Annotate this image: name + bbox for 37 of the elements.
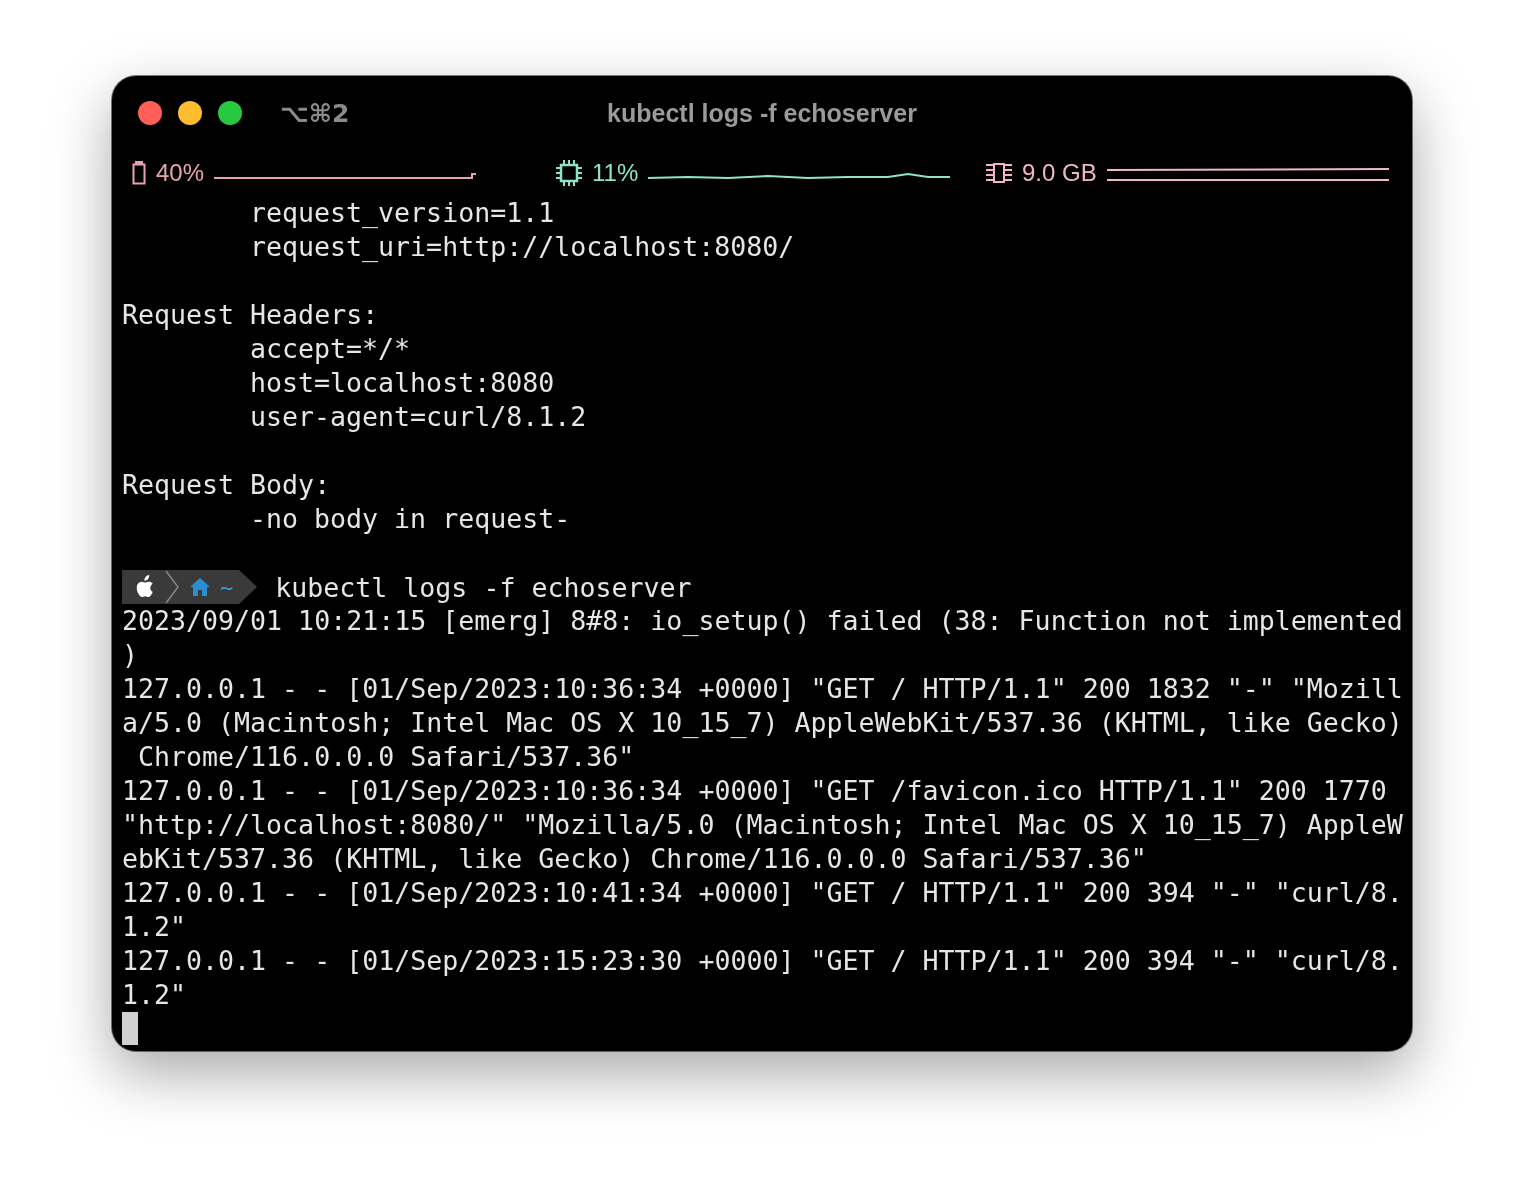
output-line: 127.0.0.1 - - [01/Sep/2023:10:36:34 +0000] "GET /favicon.ico HTTP/1.1" 200 1770 (122, 775, 1387, 806)
output-line: 127.0.0.1 - - [01/Sep/2023:10:36:34 +0000] "GET / HTTP/1.1" 200 1832 "-" "Mozill (122, 673, 1403, 704)
minimize-button[interactable] (178, 101, 202, 125)
zoom-button[interactable] (218, 101, 242, 125)
output-line: 1.2" (122, 979, 187, 1010)
output-line: 127.0.0.1 - - [01/Sep/2023:10:41:34 +0000] "GET / HTTP/1.1" 200 394 "-" "curl/8. (122, 877, 1403, 908)
output-line: Request Body: (122, 469, 331, 500)
output-line: ebKit/537.36 (KHTML, like Gecko) Chrome/116.0.0.0 Safari/537.36" (122, 843, 1147, 874)
output-line: request_uri=http://localhost:8080/ (250, 231, 795, 262)
prompt-directory: ~ (220, 574, 234, 600)
output-line: a/5.0 (Macintosh; Intel Mac OS X 10_15_7) AppleWebKit/537.36 (KHTML, like Gecko) (122, 707, 1403, 738)
output-line: 2023/09/01 10:21:15 [emerg] 8#8: io_setup() failed (38: Function not implemented (122, 605, 1403, 636)
output-line: user-agent=curl/8.1.2 (250, 401, 587, 432)
status-value: 9.0 GB (1022, 159, 1097, 187)
output-line: ) (122, 639, 138, 670)
output-line: host=localhost:8080 (250, 367, 555, 398)
close-button[interactable] (138, 101, 162, 125)
memory-icon (986, 163, 1012, 183)
output-line: Request Headers: (122, 299, 379, 330)
chip-icon (556, 160, 582, 186)
status-value: 11% (592, 159, 639, 187)
output-line: 127.0.0.1 - - [01/Sep/2023:15:23:30 +0000] "GET / HTTP/1.1" 200 394 "-" "curl/8. (122, 945, 1403, 976)
chevron-icon (164, 570, 180, 604)
text-cursor (122, 1012, 138, 1045)
tab-shortcut: ⌥⌘2 (280, 98, 350, 128)
home-icon (190, 578, 210, 596)
output-line: accept=*/* (250, 333, 411, 364)
prompt-command: kubectl logs -f echoserver (275, 571, 692, 603)
status-value: 40% (156, 159, 205, 187)
output-line: request_version=1.1 (250, 197, 555, 228)
battery-icon (132, 161, 146, 185)
output-line: -no body in request- (250, 503, 571, 534)
window-title: kubectl logs -f echoserver (607, 98, 917, 128)
output-line: "http://localhost:8080/" "Mozilla/5.0 (Macintosh; Intel Mac OS X 10_15_7) AppleW (122, 809, 1403, 840)
output-line: Chrome/116.0.0.0 Safari/537.36" (137, 741, 635, 772)
apple-icon (134, 575, 154, 599)
output-line: 1.2" (122, 911, 187, 942)
